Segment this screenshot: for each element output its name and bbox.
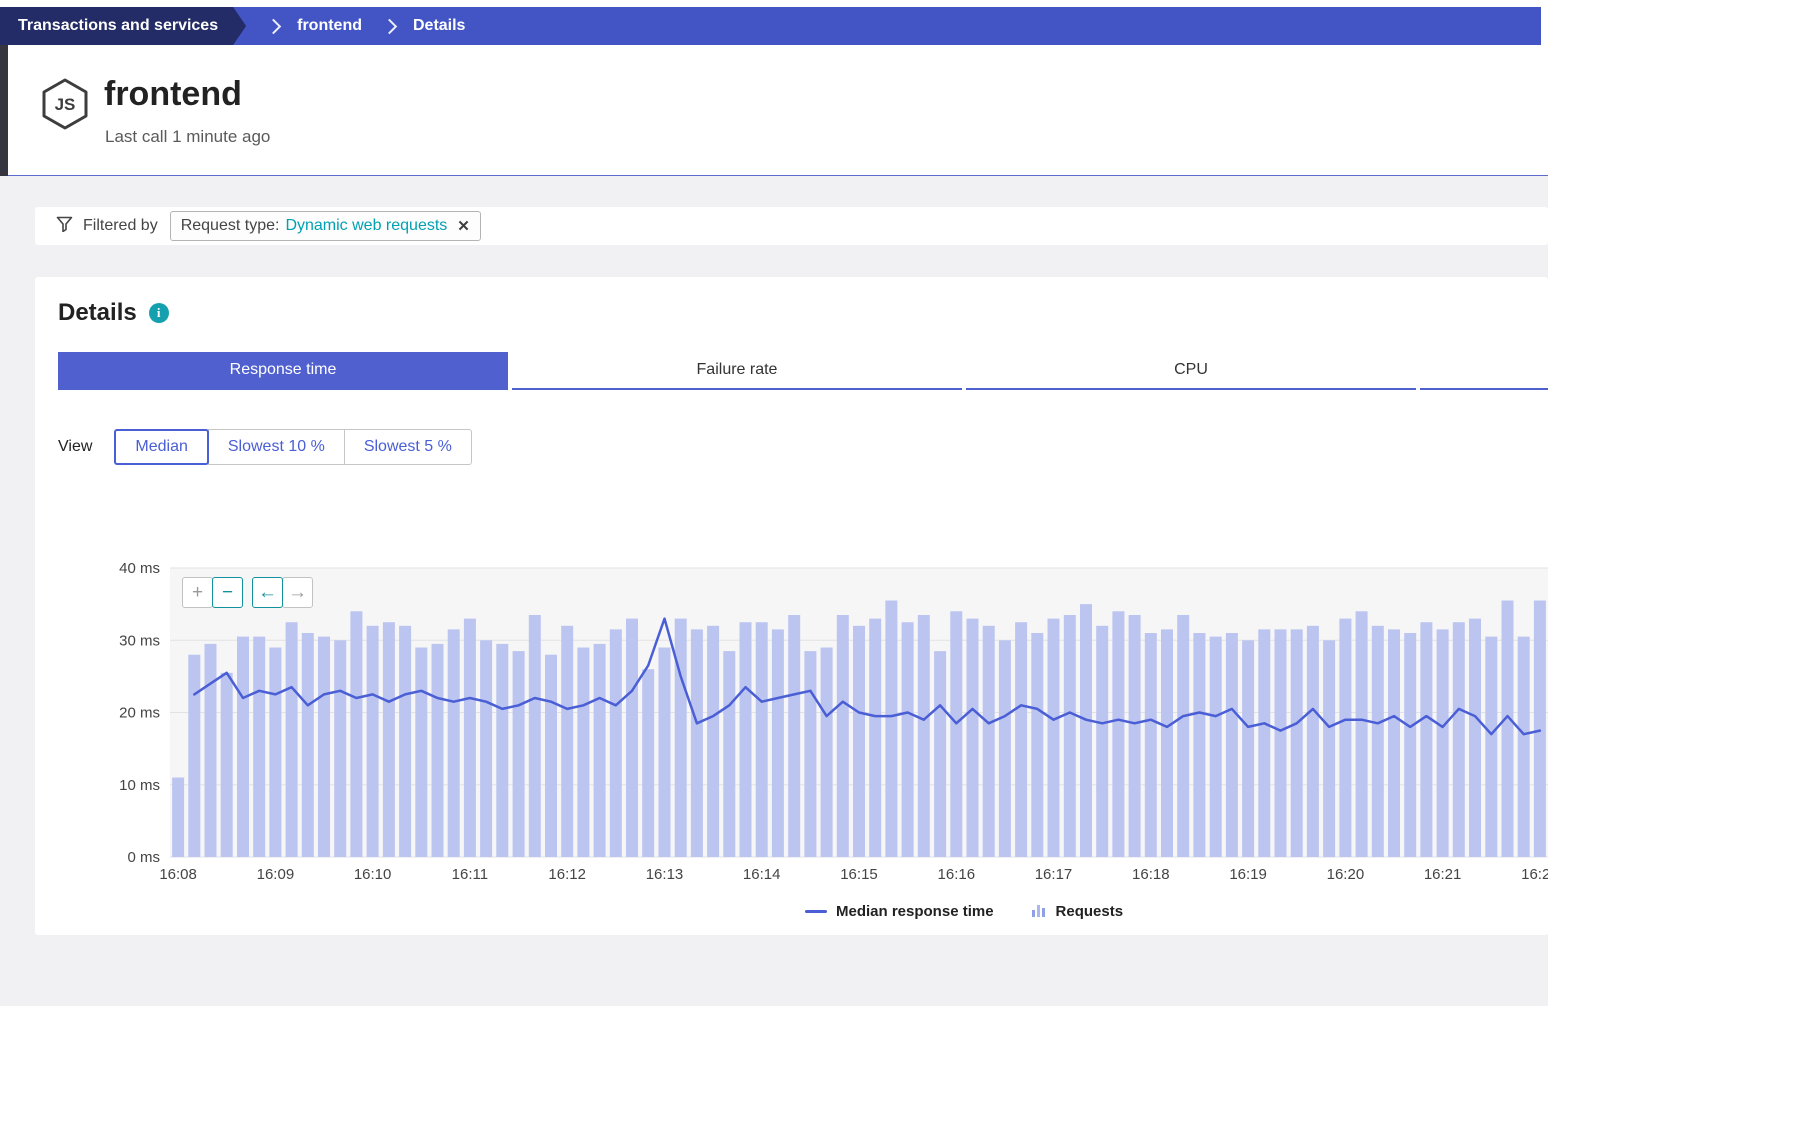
chevron-right-icon: [382, 18, 398, 34]
filtered-by-label: Filtered by: [83, 217, 158, 235]
legend-label: Median response time: [836, 903, 994, 920]
filter-chip-value: Dynamic web requests: [285, 217, 447, 235]
breadcrumb-transactions-and-services[interactable]: Transactions and services: [0, 7, 246, 45]
view-selector: View Median Slowest 10 % Slowest 5 %: [58, 428, 472, 465]
svg-text:30 ms: 30 ms: [119, 632, 160, 649]
chart-legend: Median response time Requests: [805, 902, 1123, 921]
view-option-slowest-5[interactable]: Slowest 5 %: [344, 429, 472, 465]
svg-text:16:10: 16:10: [354, 866, 392, 883]
svg-text:16:08: 16:08: [159, 866, 197, 883]
details-tabs: Response time Failure rate CPU: [58, 352, 1548, 390]
filter-funnel-icon: [56, 216, 73, 237]
svg-text:16:13: 16:13: [646, 866, 684, 883]
filter-chip-key: Request type:: [181, 217, 280, 235]
svg-text:16:20: 16:20: [1327, 866, 1365, 883]
svg-text:0 ms: 0 ms: [127, 849, 160, 866]
service-header: JS frontend Last call 1 minute ago: [0, 45, 1548, 176]
svg-text:16:19: 16:19: [1229, 866, 1267, 883]
svg-text:40 ms: 40 ms: [119, 560, 160, 577]
tab-partial[interactable]: [1420, 352, 1548, 390]
details-title-row: Details i: [58, 299, 169, 327]
bar-chart-icon: [1032, 902, 1047, 921]
content-area: Filtered by Request type: Dynamic web re…: [0, 176, 1548, 1006]
app-page: Transactions and services frontend Detai…: [0, 0, 1800, 1142]
filter-bar: Filtered by Request type: Dynamic web re…: [35, 207, 1548, 245]
tab-failure-rate[interactable]: Failure rate: [512, 352, 962, 390]
details-card: Details i Response time Failure rate CPU…: [35, 277, 1548, 935]
breadcrumb-frontend[interactable]: frontend: [297, 17, 362, 35]
page-title: frontend: [104, 75, 242, 114]
line-swatch-icon: [805, 910, 827, 913]
zoom-in-button[interactable]: +: [182, 577, 213, 608]
svg-text:16:17: 16:17: [1035, 866, 1073, 883]
breadcrumb-label: Transactions and services: [18, 17, 218, 35]
svg-text:16:12: 16:12: [548, 866, 586, 883]
svg-text:JS: JS: [55, 95, 76, 114]
view-label: View: [58, 438, 92, 456]
filter-chip-close-icon[interactable]: ✕: [457, 217, 470, 235]
view-option-slowest-10[interactable]: Slowest 10 %: [208, 429, 345, 465]
chart-zoom-controls: + − ← →: [182, 577, 313, 608]
last-call-status: Last call 1 minute ago: [105, 127, 270, 147]
legend-label: Requests: [1056, 903, 1124, 920]
svg-text:16:14: 16:14: [743, 866, 781, 883]
info-icon[interactable]: i: [149, 303, 169, 323]
svg-text:16:21: 16:21: [1424, 866, 1462, 883]
view-option-median[interactable]: Median: [114, 429, 208, 465]
breadcrumb-details[interactable]: Details: [413, 17, 465, 35]
svg-text:16:22: 16:22: [1521, 866, 1548, 883]
filter-chip-request-type[interactable]: Request type: Dynamic web requests ✕: [170, 211, 481, 241]
legend-item-median: Median response time: [805, 903, 994, 920]
svg-text:16:18: 16:18: [1132, 866, 1170, 883]
chevron-right-icon: [266, 18, 282, 34]
breadcrumb: Transactions and services frontend Detai…: [0, 7, 1541, 45]
sidebar-edge: [0, 45, 8, 176]
details-title: Details: [58, 299, 137, 327]
svg-text:16:11: 16:11: [452, 866, 488, 883]
zoom-out-button[interactable]: −: [212, 577, 243, 608]
svg-text:16:16: 16:16: [938, 866, 976, 883]
tab-response-time[interactable]: Response time: [58, 352, 508, 390]
pan-right-button[interactable]: →: [282, 577, 313, 608]
svg-text:20 ms: 20 ms: [119, 705, 160, 722]
nodejs-icon: JS: [40, 77, 90, 136]
svg-text:16:15: 16:15: [840, 866, 878, 883]
tab-cpu[interactable]: CPU: [966, 352, 1416, 390]
pan-left-button[interactable]: ←: [252, 577, 283, 608]
svg-text:10 ms: 10 ms: [119, 777, 160, 794]
svg-text:16:09: 16:09: [257, 866, 295, 883]
legend-item-requests: Requests: [1032, 902, 1124, 921]
